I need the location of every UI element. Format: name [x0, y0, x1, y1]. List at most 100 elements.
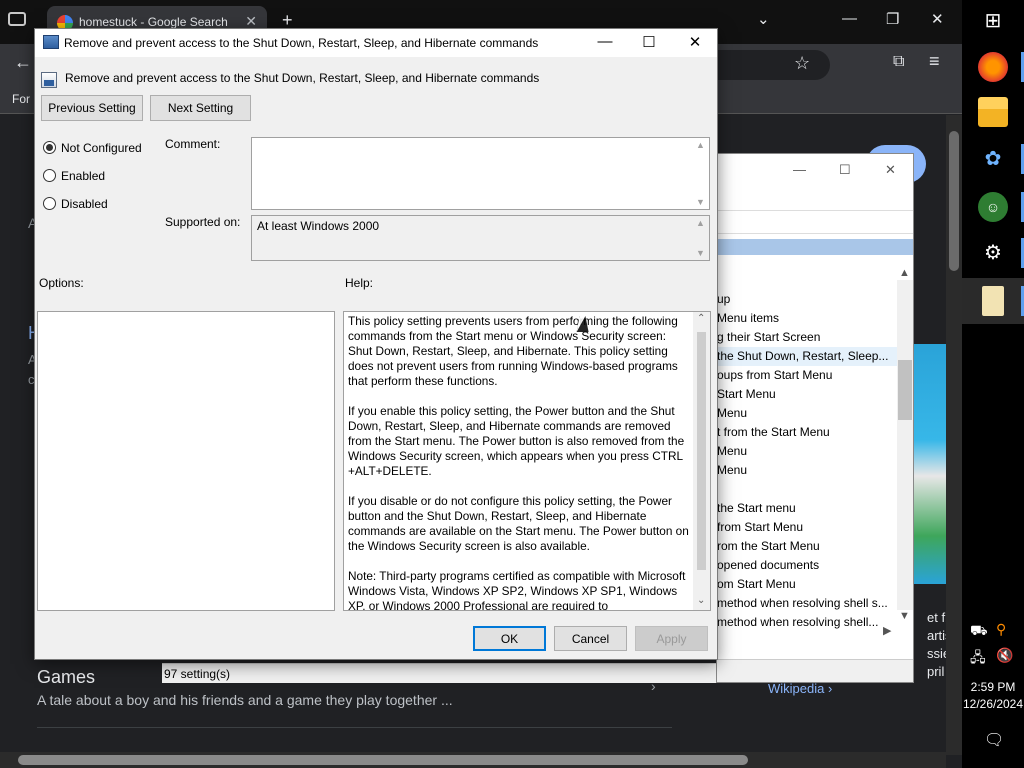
- settings-list-item[interactable]: up: [717, 290, 897, 309]
- close-icon[interactable]: ✕: [931, 10, 944, 28]
- settings-list-item[interactable]: om Start Menu: [717, 575, 897, 594]
- windows-start-icon[interactable]: ⊞: [978, 6, 1008, 36]
- policy-icon: [43, 35, 59, 49]
- bookmarks-label[interactable]: For: [12, 92, 30, 106]
- column-header[interactable]: [717, 239, 913, 255]
- scroll-up-icon[interactable]: ⌃: [697, 313, 705, 324]
- minimize-icon[interactable]: —: [590, 33, 620, 53]
- policy-setting-dialog: Remove and prevent access to the Shut Do…: [34, 28, 718, 660]
- next-setting-button[interactable]: Next Setting: [150, 95, 251, 121]
- help-scrollbar[interactable]: ⌃ ⌄: [693, 312, 710, 610]
- settings-list-item[interactable]: the Start menu: [717, 499, 897, 518]
- apply-button[interactable]: Apply: [635, 626, 708, 651]
- back-arrow-icon[interactable]: ←: [14, 52, 32, 73]
- close-icon[interactable]: ✕: [680, 33, 710, 53]
- network-alert-icon[interactable]: ⛟: [970, 622, 988, 641]
- game-app-icon[interactable]: ☺: [978, 192, 1008, 222]
- minimize-icon[interactable]: —: [793, 162, 806, 177]
- close-icon[interactable]: ✕: [885, 162, 896, 178]
- settings-list-item[interactable]: oups from Start Menu: [717, 366, 897, 385]
- notification-icon[interactable]: 🗨: [984, 730, 1004, 750]
- settings-list-item[interactable]: the Shut Down, Restart, Sleep...: [717, 347, 897, 366]
- help-label: Help:: [345, 276, 374, 290]
- clock-time[interactable]: 2:59 PM: [962, 680, 1024, 694]
- radio-enabled[interactable]: Enabled: [43, 169, 105, 183]
- taskbar: ⊞ ✿ ☺ ⚙ ⛟ ⚲ 🖧 🔇 2:59 PM 12/26/2024 🗨: [962, 0, 1024, 768]
- settings-list: up Menu items g their Start Screen the Shut…: [717, 290, 897, 632]
- previous-setting-button[interactable]: Previous Setting: [41, 95, 143, 121]
- settings-list-item[interactable]: Menu: [717, 404, 897, 423]
- scroll-thumb[interactable]: [949, 131, 959, 271]
- scroll-thumb[interactable]: [697, 332, 706, 570]
- settings-list-item[interactable]: g their Start Screen: [717, 328, 897, 347]
- scroll-up-icon[interactable]: ▲: [899, 267, 910, 279]
- menu-icon[interactable]: ≡: [929, 51, 940, 72]
- page-vertical-scrollbar[interactable]: [946, 115, 962, 755]
- notepad-icon[interactable]: [982, 286, 1004, 316]
- settings-list-item[interactable]: Menu: [717, 442, 897, 461]
- scroll-thumb[interactable]: [18, 755, 748, 765]
- settings-gear-icon[interactable]: ⚙: [978, 238, 1008, 268]
- tab-search-icon[interactable]: [8, 12, 26, 26]
- comment-field[interactable]: ▲ ▼: [251, 137, 710, 210]
- settings-list-item[interactable]: from Start Menu: [717, 518, 897, 537]
- wikipedia-link[interactable]: Wikipedia ›: [768, 681, 832, 696]
- tab-list-chevron-icon[interactable]: ⌄: [757, 10, 770, 28]
- restore-icon[interactable]: ❐: [886, 10, 899, 28]
- radio-not-configured[interactable]: Not Configured: [43, 141, 142, 155]
- page-horizontal-scrollbar[interactable]: [0, 752, 946, 768]
- radio-indicator[interactable]: [43, 169, 56, 182]
- settings-scrollbar[interactable]: [897, 280, 913, 610]
- people-app-icon[interactable]: ✿: [978, 144, 1008, 174]
- settings-list-item[interactable]: [717, 480, 897, 499]
- divider: [37, 727, 672, 728]
- scroll-down-icon[interactable]: ▼: [899, 610, 910, 622]
- network-icon[interactable]: 🖧: [970, 647, 986, 671]
- ok-button[interactable]: OK: [473, 626, 546, 651]
- group-policy-editor-window: — ☐ ✕ ▲ up Menu items g their Start Screen…: [716, 153, 914, 683]
- options-label: Options:: [39, 276, 84, 290]
- browser-tab-title: homestuck - Google Search: [79, 15, 228, 29]
- radio-label: Enabled: [61, 169, 106, 183]
- volume-muted-icon[interactable]: 🔇: [996, 647, 1013, 664]
- scroll-down-icon[interactable]: ⌄: [697, 595, 705, 606]
- supported-scrollbar[interactable]: ▲ ▼: [693, 216, 709, 260]
- firefox-icon[interactable]: [978, 52, 1008, 82]
- scroll-right-icon[interactable]: ▶: [883, 624, 891, 637]
- comment-scrollbar[interactable]: ▲ ▼: [693, 138, 709, 209]
- address-bar[interactable]: [700, 50, 830, 80]
- status-bar: 97 setting(s): [162, 663, 716, 683]
- settings-list-item[interactable]: Menu items: [717, 309, 897, 328]
- settings-list-item[interactable]: rom the Start Menu: [717, 537, 897, 556]
- settings-list-item[interactable]: opened documents: [717, 556, 897, 575]
- result-snippet: A tale about a boy and his friends and a…: [37, 692, 453, 708]
- maximize-icon[interactable]: ☐: [839, 162, 851, 178]
- maximize-icon[interactable]: ☐: [634, 33, 664, 53]
- search-tray-icon[interactable]: ⚲: [996, 621, 1006, 638]
- help-paragraph: If you enable this policy setting, the P…: [348, 404, 685, 478]
- scroll-thumb[interactable]: [898, 360, 912, 420]
- settings-list-item[interactable]: t from the Start Menu: [717, 423, 897, 442]
- file-explorer-icon[interactable]: [978, 97, 1008, 127]
- bookmark-star-icon[interactable]: ☆: [794, 53, 810, 74]
- help-paragraph: This policy setting prevents users from …: [348, 314, 678, 388]
- extensions-icon[interactable]: ⧉: [893, 53, 904, 71]
- radio-indicator[interactable]: [43, 141, 56, 154]
- radio-disabled[interactable]: Disabled: [43, 197, 108, 211]
- knowledge-panel-image[interactable]: [914, 344, 946, 584]
- radio-indicator[interactable]: [43, 197, 56, 210]
- cancel-button[interactable]: Cancel: [554, 626, 627, 651]
- dialog-titlebar[interactable]: Remove and prevent access to the Shut Do…: [35, 29, 717, 57]
- radio-label: Disabled: [61, 197, 108, 211]
- settings-list-item[interactable]: Menu: [717, 461, 897, 480]
- clock-date[interactable]: 12/26/2024: [962, 697, 1024, 711]
- status-text: 97 setting(s): [164, 667, 231, 681]
- help-text: This policy setting prevents users from …: [348, 314, 693, 610]
- settings-list-item[interactable]: method when resolving shell...: [717, 613, 897, 632]
- settings-list-item[interactable]: Start Menu: [717, 385, 897, 404]
- options-panel: [37, 311, 335, 611]
- minimize-icon[interactable]: —: [842, 10, 857, 27]
- result-title[interactable]: Games: [37, 667, 95, 688]
- help-panel: This policy setting prevents users from …: [343, 311, 711, 611]
- settings-list-item[interactable]: method when resolving shell s...: [717, 594, 897, 613]
